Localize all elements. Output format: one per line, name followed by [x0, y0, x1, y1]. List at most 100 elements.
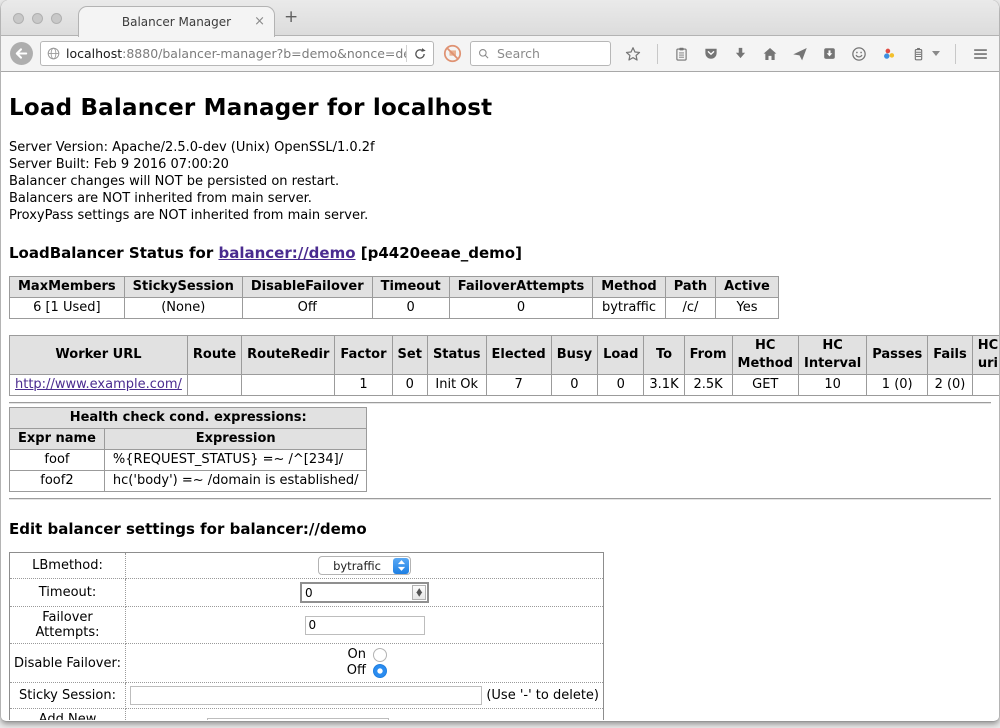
colored-dots-icon — [880, 45, 898, 63]
table-row: foof %{REQUEST_STATUS} =~ /^[234]/ — [10, 450, 367, 471]
table-header-row: Expr name Expression — [10, 429, 367, 450]
form-row-sticky: Sticky Session: (Use '-' to delete) — [10, 683, 604, 709]
add-worker-input[interactable] — [207, 718, 389, 721]
notice-proxypass: ProxyPass settings are NOT inherited fro… — [9, 207, 991, 224]
url-text: localhost:8880/balancer-manager?b=demo&n… — [66, 46, 406, 61]
feedback-button[interactable] — [850, 45, 868, 63]
page-title: Load Balancer Manager for localhost — [9, 95, 991, 121]
server-version: Server Version: Apache/2.5.0-dev (Unix) … — [9, 139, 991, 156]
on-label: On — [342, 647, 366, 663]
col-maxmembers: MaxMembers — [10, 277, 125, 298]
sticky-session-hint: (Use '-' to delete) — [486, 688, 599, 703]
send-tab-button[interactable] — [791, 45, 809, 63]
back-arrow-icon — [9, 41, 34, 66]
section-divider — [9, 402, 991, 404]
are-you-sure-label: Are you sure? — [411, 720, 500, 721]
server-built: Server Built: Feb 9 2016 07:00:20 — [9, 156, 991, 173]
lbmethod-select[interactable]: bytraffic — [318, 556, 411, 575]
pocket-icon — [702, 45, 720, 63]
menu-button[interactable] — [971, 46, 990, 62]
disable-failover-off-radio[interactable] — [373, 664, 387, 678]
server-info: Server Version: Apache/2.5.0-dev (Unix) … — [9, 139, 991, 224]
lbmethod-selected-value: bytraffic — [321, 559, 393, 573]
health-table-title: Health check cond. expressions: — [10, 408, 367, 429]
search-input[interactable] — [495, 45, 606, 62]
col-stickysession: StickySession — [124, 277, 242, 298]
downloads-button[interactable] — [732, 45, 749, 62]
col-disablefailover: DisableFailover — [242, 277, 372, 298]
clipboard-icon — [673, 45, 690, 63]
new-tab-button[interactable]: + — [284, 7, 298, 27]
menu-hamburger-icon — [971, 46, 990, 62]
battery-icon — [910, 45, 927, 63]
timeout-input[interactable] — [302, 585, 412, 601]
pocket-button[interactable] — [702, 45, 720, 63]
window-controls — [13, 13, 62, 24]
tab-balancer-manager[interactable]: Balancer Manager × — [78, 6, 275, 37]
balancer-demo-link[interactable]: balancer://demo — [218, 244, 355, 262]
sticky-session-label: Sticky Session: — [10, 683, 126, 709]
toolbar-separator — [657, 44, 658, 64]
paper-plane-icon — [791, 45, 809, 63]
square-download-icon — [821, 45, 838, 62]
col-failoverattempts: FailoverAttempts — [449, 277, 593, 298]
edit-balancer-form: LBmethod: bytraffic — [9, 552, 604, 720]
form-row-disable-failover: Disable Failover: On Off — [10, 644, 604, 683]
form-row-timeout: Timeout: ▲▼ — [10, 579, 604, 607]
col-active: Active — [716, 277, 779, 298]
table-row: foof2 hc('body') =~ /domain is establish… — [10, 471, 367, 492]
reading-list-button[interactable] — [673, 45, 690, 63]
minimize-window-button[interactable] — [32, 13, 43, 24]
notice-balancers: Balancers are NOT inherited from main se… — [9, 190, 991, 207]
profile-button[interactable] — [880, 45, 898, 63]
off-label: Off — [342, 663, 366, 679]
col-method: Method — [593, 277, 665, 298]
zoom-window-button[interactable] — [51, 13, 62, 24]
status-heading: LoadBalancer Status for balancer://demo … — [9, 244, 991, 262]
form-row-lbmethod: LBmethod: bytraffic — [10, 553, 604, 579]
worker-status-table: Worker URL Route RouteRedir Factor Set S… — [9, 335, 999, 396]
table-header-row: Worker URL Route RouteRedir Factor Set S… — [10, 336, 1000, 375]
failover-attempts-label: Failover Attempts: — [10, 607, 126, 644]
search-bar — [470, 41, 611, 66]
url-bar[interactable]: localhost:8880/balancer-manager?b=demo&n… — [40, 41, 434, 66]
reload-icon — [412, 46, 428, 62]
device-button[interactable] — [910, 45, 927, 63]
navigation-toolbar: localhost:8880/balancer-manager?b=demo&n… — [1, 36, 999, 72]
content-blocked-button[interactable] — [440, 42, 464, 66]
device-dropdown-button[interactable] — [932, 51, 940, 56]
save-panel-button[interactable] — [821, 45, 838, 62]
worker-url-link[interactable]: http://www.example.com/ — [15, 377, 182, 392]
table-row: http://www.example.com/ 1 0 Init Ok 7 0 … — [10, 375, 1000, 396]
tab-title: Balancer Manager — [122, 15, 231, 29]
add-worker-label: Add New Worker: — [10, 709, 126, 721]
timeout-label: Timeout: — [10, 579, 126, 607]
health-check-table: Health check cond. expressions: Expr nam… — [9, 407, 367, 492]
notice-persist: Balancer changes will NOT be persisted o… — [9, 173, 991, 190]
reload-button[interactable] — [407, 42, 433, 65]
toolbar-separator — [955, 44, 956, 64]
col-timeout: Timeout — [372, 277, 449, 298]
dropdown-caret-icon — [932, 51, 940, 56]
table-row: 6 [1 Used] (None) Off 0 0 bytraffic /c/ … — [10, 298, 779, 319]
table-header-row: MaxMembers StickySession DisableFailover… — [10, 277, 779, 298]
col-worker-url: Worker URL — [10, 336, 188, 375]
select-stepper-icon — [393, 558, 409, 574]
download-arrow-icon — [732, 45, 749, 62]
close-tab-icon[interactable]: × — [254, 15, 265, 28]
home-button[interactable] — [761, 45, 779, 63]
disable-failover-on-radio[interactable] — [373, 648, 387, 662]
star-icon — [624, 45, 642, 63]
close-window-button[interactable] — [13, 13, 24, 24]
browser-window: Balancer Manager × + localhost:8880/bala… — [1, 0, 999, 721]
number-spinner[interactable]: ▲▼ — [412, 585, 426, 600]
form-row-failover: Failover Attempts: — [10, 607, 604, 644]
bookmark-star-button[interactable] — [624, 45, 642, 63]
back-button[interactable] — [9, 41, 34, 66]
balancer-status-table: MaxMembers StickySession DisableFailover… — [9, 276, 779, 319]
status-heading-prefix: LoadBalancer Status for — [9, 244, 218, 262]
failover-attempts-input[interactable] — [305, 616, 425, 635]
sticky-session-input[interactable] — [130, 686, 482, 705]
home-icon — [761, 45, 779, 63]
timeout-field-wrap: ▲▼ — [300, 582, 429, 603]
